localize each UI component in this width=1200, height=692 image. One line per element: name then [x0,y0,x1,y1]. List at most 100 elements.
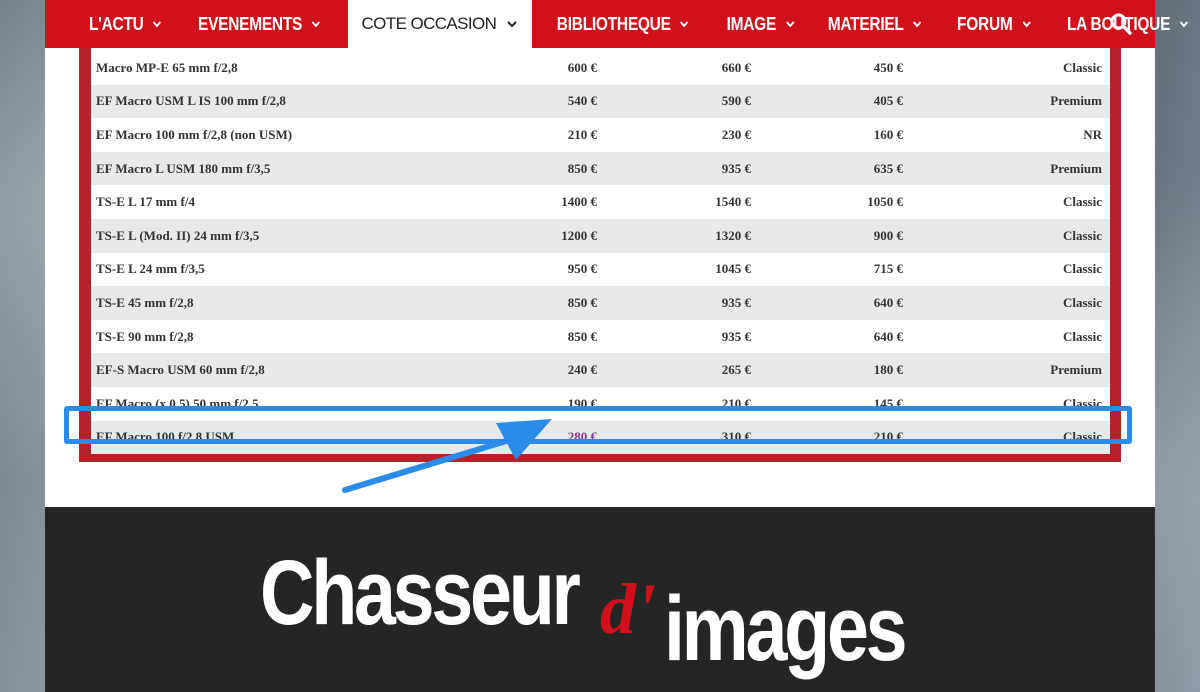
range-cell: Premium [1050,93,1102,109]
logo-text-end: images [664,578,908,680]
table-row: TS-E L (Mod. II) 24 mm f/3,5 1200 € 1320 €… [91,219,1110,253]
lens-name-cell: EF Macro (x 0,5) 50 mm f/2,5 [96,395,259,411]
table-row: EF Macro L USM 180 mm f/3,5 850 € 935 € 635… [91,151,1110,186]
nav-item-label: L'ACTU [88,13,144,34]
lens-name-cell: TS-E L 24 mm f/3,5 [96,261,205,277]
range-cell: Classic [1063,429,1102,445]
lens-name-cell: EF Macro 100 mm f/2,8 (non USM) [96,126,293,142]
price-cell-2: 310 € [721,429,751,445]
nav-item-materiel[interactable]: MATERIEL [814,0,936,48]
price-cell-1[interactable]: 280 € [568,421,597,455]
chevron-down-icon [1021,21,1030,28]
price-cell-2: 590 € [721,93,751,109]
nav-item-label: FORUM [956,13,1013,34]
lens-name-cell: TS-E L (Mod. II) 24 mm f/3,5 [96,227,260,243]
price-cell-3: 640 € [873,294,903,310]
table-row: TS-E L 24 mm f/3,5 950 € 1045 € 715 € Classi… [91,253,1110,287]
range-cell: NR [1083,126,1102,142]
nav-item-label: IMAGE [726,13,776,34]
lens-name-cell: Macro MP-E 65 mm f/2,8 [96,59,238,75]
range-cell: Classic [1063,261,1102,277]
table-row: TS-E 45 mm f/2,8 850 € 935 € 640 € Classic [91,286,1110,320]
site-logo[interactable]: Chasseur d' images [260,547,950,692]
nav-item-image[interactable]: IMAGE [713,0,809,48]
nav-item-label: MATERIEL [827,13,904,34]
price-cell-1: 850 € [567,294,597,310]
price-cell-2: 265 € [721,362,751,378]
price-cell-2: 935 € [721,294,751,310]
table-row: TS-E 90 mm f/2,8 850 € 935 € 640 € Classic [91,320,1110,354]
price-cell-3: 635 € [873,160,903,176]
main-nav: L'ACTU EVENEMENTS COTE OCCASION BIBLIOTH… [45,0,1188,48]
price-cell-2: 1320 € [715,227,751,243]
range-cell: Classic [1063,294,1102,310]
lens-name-cell: EF Macro L USM 180 mm f/3,5 [96,160,271,176]
price-cell-2: 1540 € [715,194,751,210]
price-cell-3: 450 € [873,59,903,75]
table-row: EF Macro 100 f/2,8 USM 280 € 310 € 210 € Cla… [91,420,1110,455]
chevron-down-icon [913,21,922,28]
price-cell-1: 540 € [567,93,597,109]
nav-item-actu[interactable]: L'ACTU [75,0,176,48]
price-cell-3: 210 € [873,429,903,445]
chevron-down-icon [153,21,162,28]
search-icon[interactable] [1109,12,1133,36]
table-row: TS-E L 17 mm f/4 1400 € 1540 € 1050 € Classi… [91,185,1110,219]
nav-item-cote-occasion[interactable]: COTE OCCASION [347,0,533,48]
price-cell-3: 145 € [873,395,903,411]
table-row: EF Macro (x 0,5) 50 mm f/2,5 190 € 210 € 14… [91,387,1110,421]
nav-item-evenements[interactable]: EVENEMENTS [185,0,336,48]
nav-item-bibliotheque[interactable]: BIBLIOTHEQUE [543,0,703,48]
page: L'ACTU EVENEMENTS COTE OCCASION BIBLIOTH… [45,0,1188,692]
logo-text-main: Chasseur [260,542,581,644]
price-cell-3: 405 € [873,93,903,109]
range-cell: Classic [1063,59,1102,75]
price-cell-2: 660 € [721,59,751,75]
range-cell: Classic [1063,395,1102,411]
price-cell-1: 190 € [567,395,597,411]
lens-name-cell: TS-E L 17 mm f/4 [96,194,195,210]
price-cell-1: 240 € [567,362,597,378]
chevron-down-icon [680,21,689,28]
lens-name-cell: TS-E 45 mm f/2,8 [96,294,194,310]
price-table: Macro MP-E 65 mm f/2,8 600 € 660 € 450 € Cla… [91,48,1110,455]
table-row: Macro MP-E 65 mm f/2,8 600 € 660 € 450 € Cla… [91,51,1110,85]
price-cell-1: 600 € [567,59,597,75]
range-cell: Classic [1063,227,1102,243]
chevron-down-icon [785,21,794,28]
logo-text-accent: d' [600,569,657,649]
table-row: EF Macro USM L IS 100 mm f/2,8 540 € 590 €… [91,84,1110,119]
nav-item-forum[interactable]: FORUM [943,0,1045,48]
chevron-down-icon [507,21,518,28]
price-cell-3: 160 € [873,126,903,142]
table-row: EF-S Macro USM 60 mm f/2,8 240 € 265 € 180 … [91,353,1110,387]
price-cell-2: 935 € [721,328,751,344]
price-cell-1: 210 € [567,126,597,142]
footer: Chasseur d' images [45,507,1155,692]
range-cell: Classic [1063,194,1102,210]
price-cell-2: 935 € [721,160,751,176]
price-cell-2: 1045 € [715,261,751,277]
price-cell-3: 640 € [873,328,903,344]
price-cell-3: 715 € [873,261,903,277]
price-cell-2: 230 € [721,126,751,142]
price-cell-1: 1200 € [561,227,597,243]
lens-name-cell: EF-S Macro USM 60 mm f/2,8 [96,362,265,378]
lens-name-cell: TS-E 90 mm f/2,8 [96,328,194,344]
price-table-frame: Macro MP-E 65 mm f/2,8 600 € 660 € 450 € Cla… [79,48,1121,462]
range-cell: Premium [1050,160,1102,176]
range-cell: Classic [1063,328,1102,344]
lens-name-cell: EF Macro 100 f/2,8 USM [96,429,235,445]
price-cell-3: 1050 € [867,194,903,210]
price-cell-1: 850 € [567,328,597,344]
price-cell-1: 850 € [567,160,597,176]
chevron-down-icon [1179,21,1188,28]
price-cell-1: 950 € [567,261,597,277]
range-cell: Premium [1050,362,1102,378]
nav-item-label: EVENEMENTS [198,13,303,34]
price-cell-2: 210 € [721,395,751,411]
table-row: EF Macro 100 mm f/2,8 (non USM) 210 € 230 … [91,118,1110,152]
price-cell-1: 1400 € [561,194,597,210]
nav-item-label: COTE OCCASION [361,14,497,33]
lens-name-cell: EF Macro USM L IS 100 mm f/2,8 [96,93,286,109]
